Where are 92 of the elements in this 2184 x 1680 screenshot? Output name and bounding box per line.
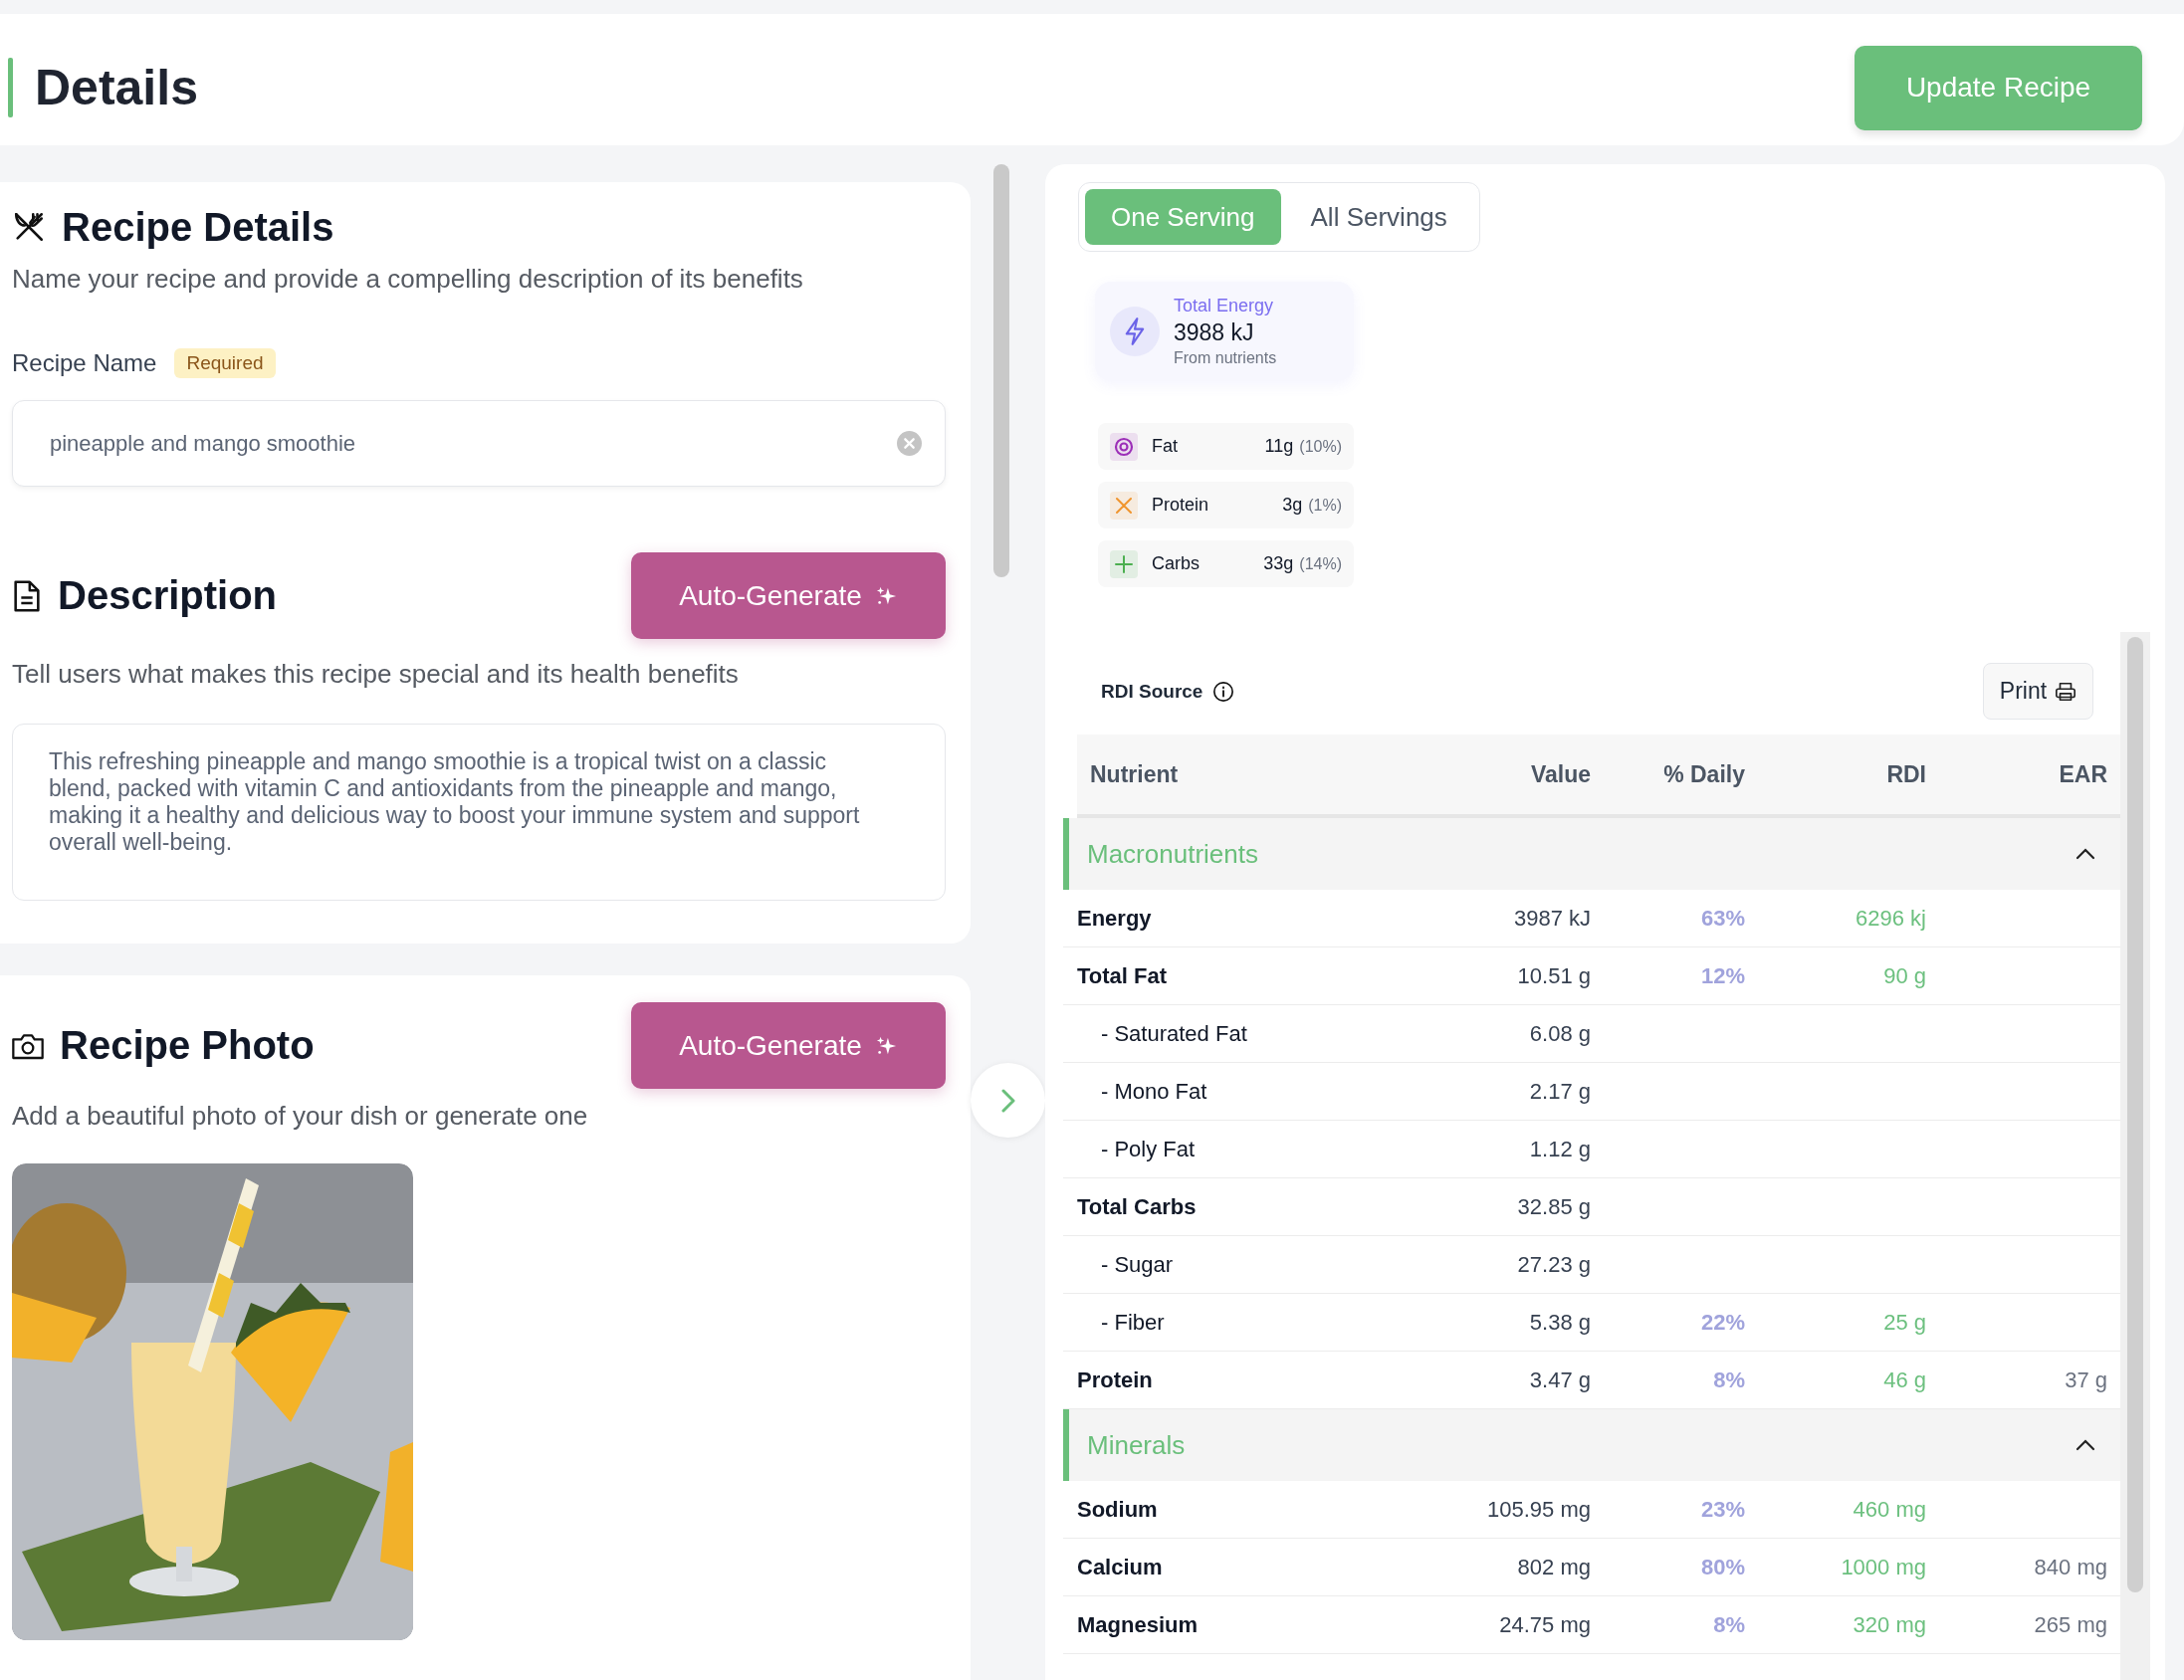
chevron-right-icon <box>1000 1088 1015 1113</box>
rdi-value: 460 mg <box>1852 1496 1926 1523</box>
recipe-name-field[interactable]: pineapple and mango smoothie <box>12 400 946 487</box>
update-recipe-button[interactable]: Update Recipe <box>1855 45 2142 130</box>
section-subtitle: Add a beautiful photo of your dish or generate one <box>12 1101 589 1132</box>
nutrient-name: Magnesium <box>1077 1611 1200 1638</box>
page-title: Details <box>35 59 199 116</box>
nutrient-name: Protein <box>1077 1366 1154 1393</box>
utensils-icon <box>12 210 46 244</box>
daily-percent: 80% <box>1699 1554 1745 1580</box>
clear-icon[interactable] <box>897 431 922 456</box>
group-title: Minerals <box>1087 1429 1186 1461</box>
rdi-value: 1000 mg <box>1840 1554 1926 1580</box>
nutrient-value: 5.38 g <box>1528 1309 1591 1336</box>
nutrient-name: Energy <box>1077 905 1153 932</box>
macro-name: Carbs <box>1152 553 1201 574</box>
nutrient-value: 24.75 mg <box>1498 1611 1591 1638</box>
daily-percent: 8% <box>1712 1611 1745 1638</box>
energy-value: 3988 kJ <box>1174 319 1254 346</box>
energy-note: From nutrients <box>1174 349 1277 367</box>
column-header: Value <box>1529 760 1591 788</box>
accent-bar <box>8 58 13 117</box>
nutrient-value: 105.95 mg <box>1486 1496 1591 1523</box>
nutrient-value: 2.17 g <box>1528 1078 1591 1105</box>
macro-percent: (1%) <box>1308 496 1342 515</box>
macro-amount: 33g <box>1263 553 1294 574</box>
nutrient-name: - Saturated Fat <box>1100 1020 1248 1047</box>
nutrient-value: 1.12 g <box>1528 1136 1591 1162</box>
nutrient-value: 32.85 g <box>1516 1193 1591 1220</box>
auto-generate-button[interactable]: Auto-Generate <box>631 552 946 639</box>
daily-percent: 12% <box>1699 962 1745 989</box>
ear-value: 840 mg <box>2033 1554 2107 1580</box>
column-header: Nutrient <box>1089 760 1180 788</box>
nutrient-name: Calcium <box>1077 1554 1164 1580</box>
daily-percent: 22% <box>1699 1309 1745 1336</box>
section-title: Recipe Details <box>62 204 334 250</box>
energy-label: Total Energy <box>1174 296 1274 316</box>
daily-percent: 63% <box>1699 905 1745 932</box>
required-badge: Required <box>174 348 276 378</box>
macro-name: Protein <box>1152 495 1210 516</box>
auto-generate-button[interactable]: Auto-Generate <box>631 1002 946 1089</box>
macro-percent: (10%) <box>1299 437 1342 456</box>
serving-tab[interactable]: One Serving <box>1085 189 1281 245</box>
rdi-value: 320 mg <box>1852 1611 1926 1638</box>
nutrient-name: - Poly Fat <box>1100 1136 1197 1162</box>
macro-amount: 11g <box>1264 436 1294 457</box>
column-header: % Daily <box>1662 760 1745 788</box>
chevron-up-icon[interactable] <box>2075 848 2095 860</box>
section-title: Recipe Photo <box>60 1023 315 1068</box>
nutrient-value: 3.47 g <box>1528 1366 1591 1393</box>
description-field[interactable]: This refreshing pineapple and mango smoothie is a tropical twist on a classic blend, packed with vitamin C and antioxidants from the pineapple and mango, making it a healthy and delicious way to boost your immune system and support overall well-being. <box>12 724 946 901</box>
nutrient-name: Total Fat <box>1077 962 1169 989</box>
camera-icon <box>12 1031 44 1060</box>
daily-percent: 8% <box>1712 1366 1745 1393</box>
rdi-source-label: RDI Source <box>1101 680 1203 703</box>
document-icon <box>12 578 42 613</box>
expand-button[interactable] <box>971 1063 1045 1138</box>
macro-amount: 3g <box>1282 495 1303 516</box>
ear-value: 265 mg <box>2033 1611 2107 1638</box>
field-label: Recipe Name <box>12 349 157 377</box>
nutrient-value: 10.51 g <box>1516 962 1591 989</box>
nutrient-value: 802 mg <box>1516 1554 1591 1580</box>
macro-percent: (14%) <box>1299 554 1342 573</box>
nutrient-name: - Fiber <box>1100 1309 1166 1336</box>
scrollbar[interactable] <box>2127 637 2143 1592</box>
ear-value: 37 g <box>2064 1366 2107 1393</box>
rdi-value: 25 g <box>1882 1309 1926 1336</box>
chevron-up-icon[interactable] <box>2075 1439 2095 1451</box>
macro-name: Fat <box>1152 436 1179 457</box>
section-title: Description <box>58 573 278 618</box>
printer-icon <box>2055 680 2077 703</box>
nutrient-value: 6.08 g <box>1528 1020 1591 1047</box>
rdi-value: 90 g <box>1882 962 1926 989</box>
rdi-value: 6296 kj <box>1855 905 1926 932</box>
nutrient-value: 27.23 g <box>1516 1251 1591 1278</box>
lightning-icon <box>1124 317 1146 345</box>
section-subtitle: Tell users what makes this recipe special and its health benefits <box>12 659 740 690</box>
section-subtitle: Name your recipe and provide a compelling description of its benefits <box>12 264 804 295</box>
scrollbar[interactable] <box>993 164 1009 577</box>
daily-percent: 23% <box>1699 1496 1745 1523</box>
nutrient-name: Sodium <box>1077 1496 1159 1523</box>
rdi-value: 46 g <box>1882 1366 1926 1393</box>
column-header: RDI <box>1885 760 1926 788</box>
group-title: Macronutrients <box>1087 838 1258 870</box>
info-icon[interactable] <box>1212 680 1235 703</box>
nutrient-value: 3987 kJ <box>1512 905 1591 932</box>
serving-tab[interactable]: All Servings <box>1284 189 1473 245</box>
nutrient-name: - Sugar <box>1100 1251 1175 1278</box>
nutrient-name: Total Carbs <box>1077 1193 1198 1220</box>
print-button[interactable]: Print <box>1983 663 2093 720</box>
column-header: EAR <box>2058 760 2107 788</box>
nutrient-name: - Mono Fat <box>1100 1078 1208 1105</box>
